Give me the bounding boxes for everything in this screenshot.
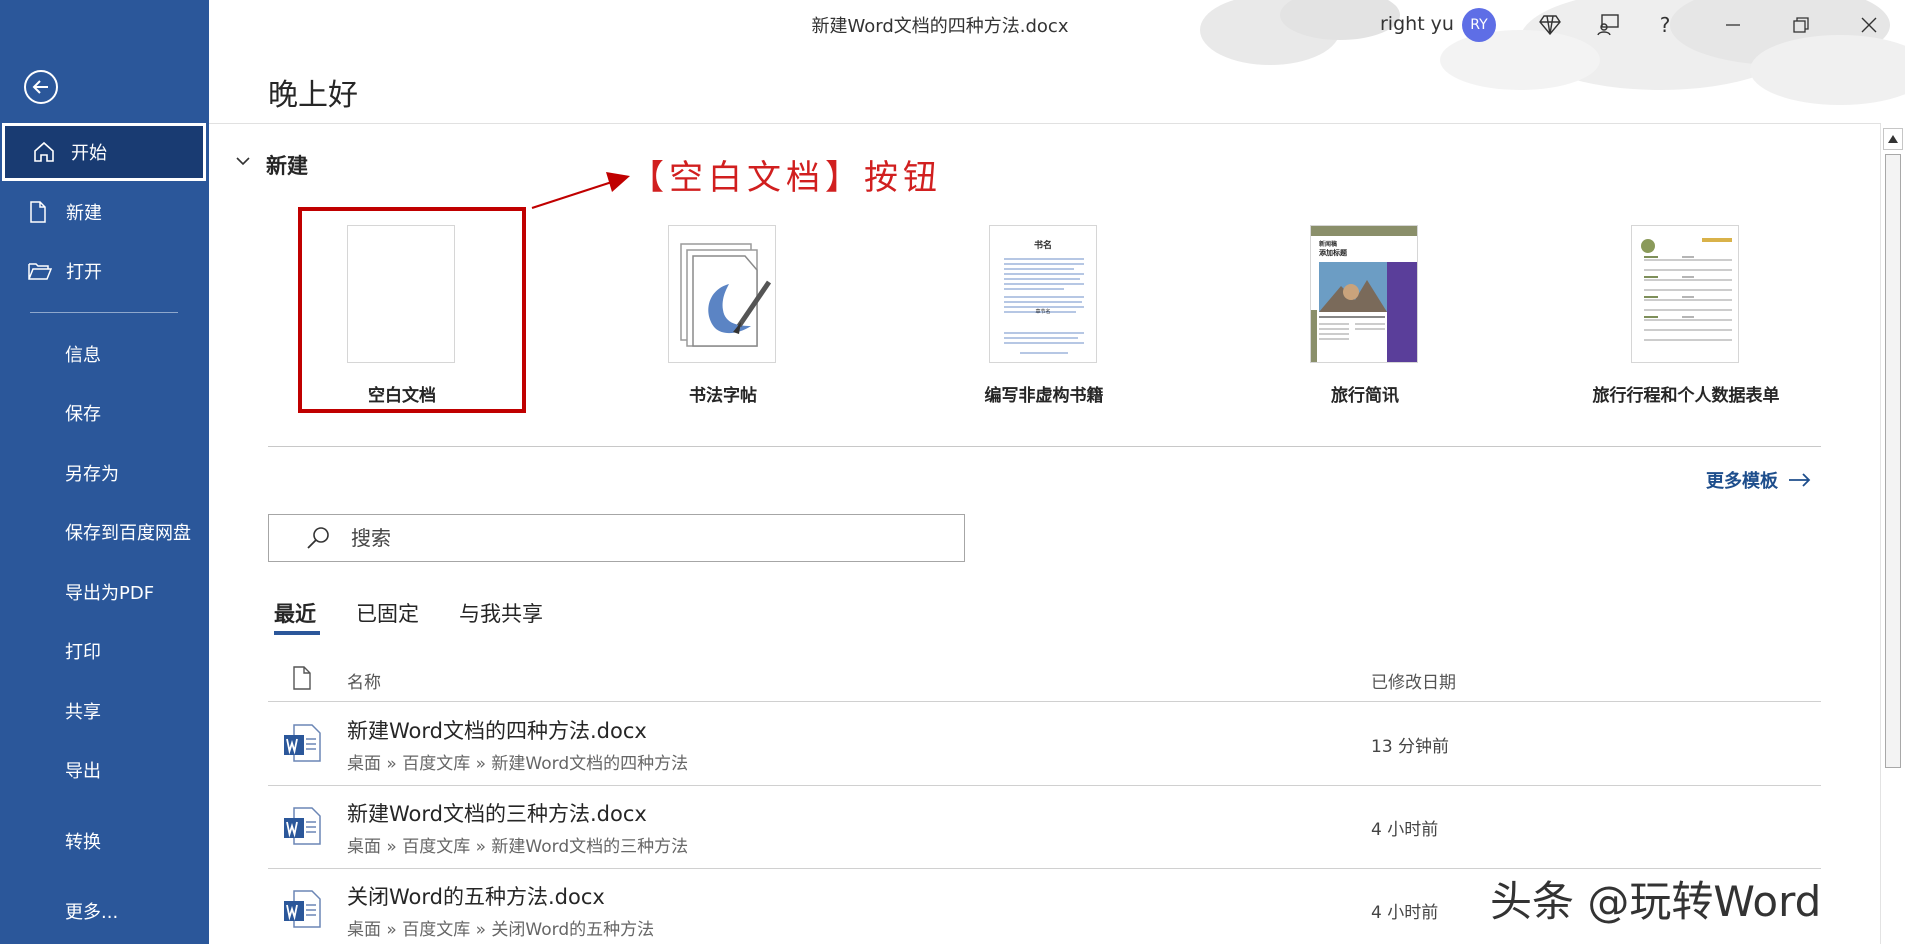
sidebar-item-label: 导出 (65, 761, 101, 782)
word-document-icon (284, 890, 321, 928)
annotation-highlight-box (298, 207, 526, 413)
word-document-icon (284, 724, 321, 762)
sidebar-item-label: 信息 (65, 345, 101, 366)
annotation-label: 【空白文档】按钮 (630, 158, 942, 198)
collapse-chevron-icon[interactable] (234, 152, 252, 170)
text-lines-graphic (1004, 258, 1084, 354)
sidebar-item-label: 开始 (71, 143, 107, 164)
calligraphy-brush-icon (680, 243, 772, 347)
feedback-icon[interactable] (1593, 10, 1623, 40)
search-icon (307, 527, 329, 549)
sidebar-divider (30, 312, 178, 313)
document-title: 新建Word文档的四种方法.docx (811, 16, 1069, 37)
file-icon (293, 666, 311, 690)
back-button[interactable] (24, 70, 58, 104)
template-label: 编写非虚构书籍 (984, 386, 1104, 406)
sidebar-item-info[interactable]: 信息 (0, 325, 209, 383)
file-path: 桌面 » 百度文库 » 新建Word文档的三种方法 (347, 837, 689, 857)
form-graphic (1641, 238, 1732, 341)
template-thumbnail: 新闻稿 添加标题 (1310, 225, 1418, 363)
table-row[interactable]: 新建Word文档的三种方法.docx 桌面 » 百度文库 » 新建Word文档的… (268, 786, 1821, 869)
help-icon[interactable]: ? (1650, 10, 1680, 40)
file-list-header: 名称 已修改日期 (268, 662, 1821, 702)
sidebar-item-label: 另存为 (65, 464, 119, 485)
thumb-subtitle: 添加标题 (1319, 249, 1347, 257)
tab-recent[interactable]: 最近 (274, 598, 316, 628)
sidebar-item-label: 新建 (66, 203, 102, 224)
sidebar-item-share[interactable]: 共享 (0, 682, 209, 740)
sidebar-item-new[interactable]: 新建 (0, 183, 209, 241)
sidebar-item-home[interactable]: 开始 (2, 123, 206, 181)
active-tab-indicator (274, 631, 320, 635)
header-divider (209, 123, 1881, 124)
open-folder-icon (28, 261, 58, 281)
word-document-icon (284, 807, 321, 845)
sidebar-item-label: 打开 (66, 262, 102, 283)
template-label: 旅行行程和个人数据表单 (1592, 386, 1780, 406)
sidebar-item-label: 保存 (65, 404, 101, 425)
close-icon[interactable] (1854, 10, 1884, 40)
avatar[interactable]: RY (1462, 8, 1496, 42)
premium-diamond-icon[interactable] (1535, 10, 1565, 40)
arrow-right-icon (1789, 473, 1811, 487)
sidebar-item-print[interactable]: 打印 (0, 622, 209, 680)
file-path: 桌面 » 百度文库 » 新建Word文档的四种方法 (347, 754, 689, 774)
thumb-subtitle: 章节名 (1035, 309, 1051, 315)
sidebar-item-label: 保存到百度网盘 (65, 523, 191, 544)
minimize-icon[interactable] (1718, 10, 1748, 40)
template-thumbnail (668, 225, 776, 363)
template-label: 书法字帖 (689, 386, 757, 406)
scroll-up-button[interactable] (1883, 128, 1903, 150)
template-thumbnail: 书名 章节名 (989, 225, 1097, 363)
sidebar-item-label: 更多... (65, 902, 119, 923)
user-name[interactable]: right yu (1380, 13, 1454, 35)
tab-pinned[interactable]: 已固定 (356, 598, 419, 628)
more-templates-link[interactable]: 更多模板 (1706, 467, 1812, 493)
sidebar-item-export-pdf[interactable]: 导出为PDF (0, 563, 209, 621)
file-modified-time: 4 小时前 (1371, 820, 1439, 840)
tab-shared-with-me[interactable]: 与我共享 (459, 598, 543, 628)
more-templates-label: 更多模板 (1706, 471, 1778, 492)
sidebar-item-label: 共享 (65, 702, 101, 723)
sidebar-item-export[interactable]: 导出 (0, 741, 209, 799)
file-name: 新建Word文档的四种方法.docx (347, 719, 647, 743)
restore-icon[interactable] (1786, 10, 1816, 40)
template-label: 旅行简讯 (1331, 386, 1399, 406)
file-modified-time: 4 小时前 (1371, 903, 1439, 923)
sidebar-item-save-to-baidu[interactable]: 保存到百度网盘 (0, 503, 209, 561)
search-box[interactable] (268, 514, 965, 562)
thumb-title: 书名 (1033, 241, 1052, 251)
sidebar-item-label: 转换 (65, 832, 101, 853)
sidebar-item-convert[interactable]: 转换 (0, 812, 209, 870)
column-header-date[interactable]: 已修改日期 (1371, 668, 1456, 693)
annotation-arrow-icon (531, 172, 630, 210)
greeting-heading: 晚上好 (268, 78, 358, 113)
template-thumbnail (1631, 225, 1739, 363)
file-path: 桌面 » 百度文库 » 关闭Word的五种方法 (347, 920, 655, 940)
watermark-text: 头条 @玩转Word (1490, 877, 1822, 926)
new-document-icon (28, 201, 58, 223)
sidebar-item-more[interactable]: 更多... (0, 882, 209, 940)
home-icon (33, 141, 63, 163)
sidebar-item-label: 打印 (65, 642, 101, 663)
backstage-sidebar: 开始 新建 打开 信息 保存 另存为 保存到百度网盘 导出为PDF 打印 共享 … (0, 0, 209, 944)
triangle-up-icon (1888, 135, 1898, 143)
file-name: 关闭Word的五种方法.docx (347, 885, 605, 909)
word-backstage-window: 开始 新建 打开 信息 保存 另存为 保存到百度网盘 导出为PDF 打印 共享 … (0, 0, 1905, 944)
sidebar-item-open[interactable]: 打开 (0, 242, 209, 300)
scrollbar-thumb[interactable] (1885, 154, 1901, 768)
thumb-title: 新闻稿 (1319, 241, 1338, 248)
sidebar-item-save[interactable]: 保存 (0, 384, 209, 442)
file-modified-time: 13 分钟前 (1371, 737, 1450, 757)
column-header-name[interactable]: 名称 (347, 668, 381, 693)
file-name: 新建Word文档的三种方法.docx (347, 802, 647, 826)
section-divider (268, 446, 1821, 447)
sidebar-item-label: 导出为PDF (65, 583, 155, 604)
table-row[interactable]: 新建Word文档的四种方法.docx 桌面 » 百度文库 » 新建Word文档的… (268, 703, 1821, 786)
vertical-scrollbar[interactable] (1880, 124, 1904, 944)
sidebar-item-save-as[interactable]: 另存为 (0, 444, 209, 502)
search-input[interactable] (351, 526, 911, 550)
new-section-heading: 新建 (266, 154, 308, 178)
back-arrow-icon (32, 80, 48, 94)
